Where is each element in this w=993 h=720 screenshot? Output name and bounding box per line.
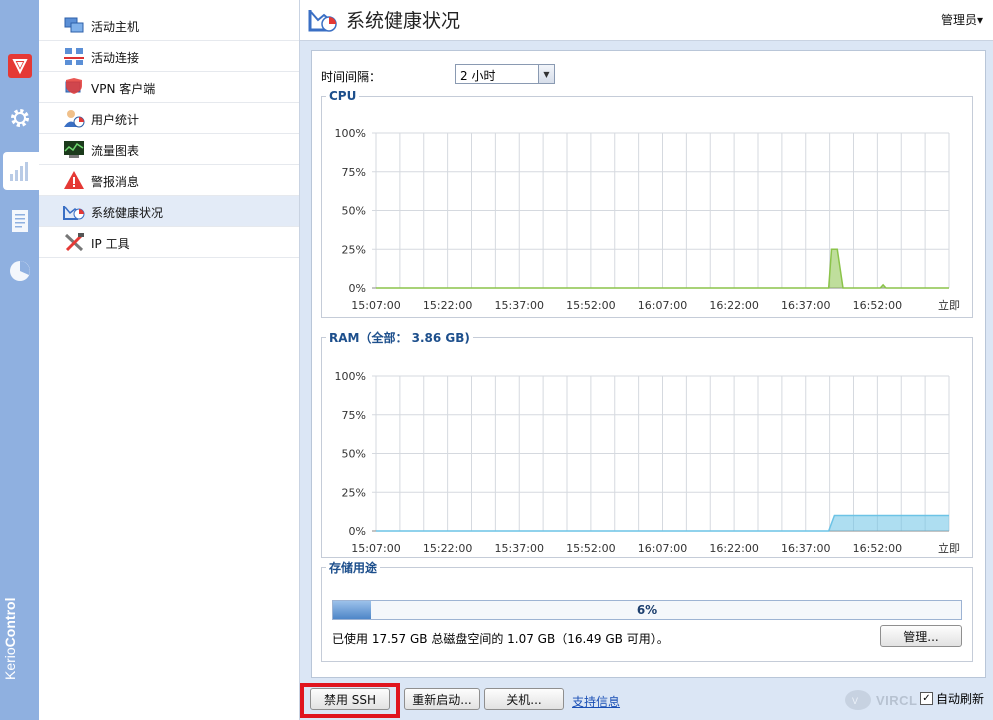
bottom-toolbar: 禁用 SSH 重新启动... 关机... 支持信息 V VIRCL ✓ 自动刷新 — [300, 683, 993, 720]
interval-label: 时间间隔： — [321, 70, 382, 84]
support-info-link[interactable]: 支持信息 — [572, 693, 620, 710]
cpu-x-tick-label: 16:07:00 — [638, 299, 687, 312]
storage-manage-button[interactable]: 管理... — [880, 625, 962, 647]
svg-text:V: V — [852, 696, 858, 706]
sidebar-item-alert-messages[interactable]: 警报消息 — [39, 165, 299, 196]
logs-icon[interactable] — [5, 206, 35, 236]
ram-y-tick-label: 50% — [342, 448, 366, 461]
cpu-x-tick-label: 15:07:00 — [351, 299, 400, 312]
main-content: 系统健康状况 管理员▾ 时间间隔： 2 小时 ▼ CPU 100% 75% 50% 2… — [300, 0, 993, 720]
ip-tools-icon — [63, 232, 85, 252]
shutdown-button[interactable]: 关机... — [484, 688, 564, 710]
system-health-icon — [63, 201, 85, 221]
ram-x-tick-label: 立即 — [938, 541, 960, 555]
ram-x-tick-label: 16:52:00 — [853, 542, 902, 555]
cpu-group: CPU 100% 75% 50% 25% 0% 15:07:00 15:22:00 15:37… — [321, 89, 973, 318]
cpu-x-tick-label: 15:37:00 — [495, 299, 544, 312]
system-health-icon — [308, 6, 338, 37]
cpu-y-tick-label: 75% — [342, 166, 366, 179]
storage-group-title: 存储用途 — [329, 561, 378, 575]
sidebar-item-active-hosts[interactable]: 活动主机 — [39, 10, 299, 41]
cpu-x-tick-label: 15:22:00 — [423, 299, 472, 312]
storage-group: 存储用途 6% 已使用 17.57 GB 总磁盘空间的 1.07 GB（16.4… — [321, 559, 973, 662]
auto-refresh-label: 自动刷新 — [936, 692, 985, 706]
ram-x-tick-label: 15:52:00 — [566, 542, 615, 555]
ram-y-tick-label: 0% — [349, 525, 366, 538]
cpu-x-tick-label: 16:22:00 — [709, 299, 758, 312]
interval-value: 2 小时 — [460, 69, 496, 83]
cpu-y-tick-label: 25% — [342, 243, 366, 256]
storage-percent: 6% — [636, 603, 658, 617]
sidebar: 活动主机 活动连接 VPN 客户端 用户统计 流量图表 警报消息 系统健康状况 … — [39, 0, 300, 720]
sidebar-item-ip-tools[interactable]: IP 工具 — [39, 227, 299, 258]
watermark-logo: V VIRCL — [844, 687, 928, 713]
cpu-y-tick-label: 0% — [349, 282, 366, 295]
ram-y-tick-label: 75% — [342, 409, 366, 422]
auto-refresh-checkbox[interactable]: ✓ 自动刷新 — [920, 690, 984, 707]
checkbox-checked-icon[interactable]: ✓ — [920, 692, 933, 705]
storage-usage-text: 已使用 17.57 GB 总磁盘空间的 1.07 GB（16.49 GB 可用）… — [332, 632, 669, 646]
restart-button[interactable]: 重新启动... — [404, 688, 480, 710]
ram-x-tick-label: 15:22:00 — [423, 542, 472, 555]
ram-x-tick-label: 16:07:00 — [638, 542, 687, 555]
ram-x-tick-label: 15:37:00 — [495, 542, 544, 555]
cpu-x-tick-label: 15:52:00 — [566, 299, 615, 312]
user-statistics-icon — [63, 108, 85, 128]
status-icon[interactable] — [5, 156, 35, 186]
ram-x-tick-label: 15:07:00 — [351, 542, 400, 555]
vpn-clients-icon — [63, 77, 85, 97]
active-connections-icon — [63, 46, 85, 66]
cpu-chart: 100% 75% 50% 25% 0% 15:07:00 15:22:00 15:37:00 1… — [335, 127, 960, 312]
ram-chart: 100% 75% 50% 25% 0% 15:07:00 15:22:00 15:37:00 1… — [335, 370, 960, 555]
cpu-x-tick-label: 立即 — [938, 298, 960, 312]
cpu-x-tick-label: 16:52:00 — [853, 299, 902, 312]
alert-messages-icon — [63, 170, 85, 190]
cpu-y-tick-label: 100% — [335, 127, 366, 140]
cpu-x-tick-label: 16:37:00 — [781, 299, 830, 312]
sidebar-item-active-connections[interactable]: 活动连接 — [39, 41, 299, 72]
chevron-down-icon[interactable]: ▼ — [538, 65, 554, 83]
cpu-y-tick-label: 50% — [342, 205, 366, 218]
page-title: 系统健康状况 — [346, 10, 461, 32]
ram-group: RAM（全部： 3.86 GB) 100% 75% 50% 25% 0% 15:07:00… — [321, 329, 973, 558]
user-menu[interactable]: 管理员▾ — [941, 11, 983, 28]
ram-group-title: RAM（全部： 3.86 GB) — [329, 331, 470, 345]
page-header: 系统健康状况 管理员▾ — [300, 0, 993, 41]
reports-icon[interactable] — [5, 256, 35, 286]
brand-logo: KerioControl — [2, 597, 18, 680]
system-health-panel: 时间间隔： 2 小时 ▼ CPU 100% 75% 50% 25% 0% 15:07:00… — [311, 50, 986, 678]
active-hosts-icon — [63, 15, 85, 35]
cpu-group-title: CPU — [329, 89, 357, 103]
ram-x-tick-label: 16:22:00 — [709, 542, 758, 555]
ram-y-tick-label: 100% — [335, 370, 366, 383]
ram-x-tick-label: 16:37:00 — [781, 542, 830, 555]
sidebar-item-system-health[interactable]: 系统健康状况 — [39, 196, 299, 227]
app-rail: KerioControl — [0, 0, 39, 720]
ram-y-tick-label: 25% — [342, 486, 366, 499]
disable-ssh-button[interactable]: 禁用 SSH — [310, 688, 390, 710]
interval-select[interactable]: 2 小时 ▼ — [455, 64, 555, 84]
settings-icon[interactable] — [5, 103, 35, 133]
storage-progress-bar: 6% — [332, 600, 962, 620]
sidebar-item-traffic-charts[interactable]: 流量图表 — [39, 134, 299, 165]
security-icon[interactable] — [5, 51, 35, 81]
traffic-charts-icon — [63, 139, 85, 159]
sidebar-item-vpn-clients[interactable]: VPN 客户端 — [39, 72, 299, 103]
sidebar-item-user-statistics[interactable]: 用户统计 — [39, 103, 299, 134]
